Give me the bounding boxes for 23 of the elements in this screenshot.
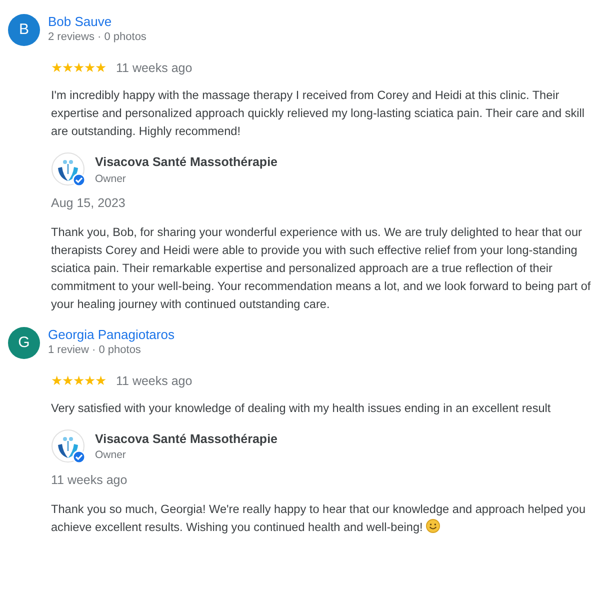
owner-label: Owner bbox=[95, 172, 127, 186]
star-rating: ★★★★★ bbox=[51, 372, 106, 389]
avatar: B bbox=[8, 14, 40, 46]
business-logo-icon bbox=[51, 428, 87, 465]
response-date: 11 weeks ago bbox=[51, 472, 128, 489]
response-text: Thank you so much, Georgia! We're really happy to hear that our knowledge and approach helped you achieve excellent results. Wishing you continued health and well-being! bbox=[51, 500, 587, 536]
review-text: I'm incredibly happy with the massage therapy I received from Corey and Heidi at this clinic. Their expertise and personalized approach quickly relieved my long-lasting sciatica pain. Their care and skill are outstanding. Highly recommend! bbox=[51, 87, 586, 140]
reviewer-stats: 2 reviews · 0 photos bbox=[48, 30, 146, 45]
response-text: Thank you, Bob, for sharing your wonderful experience with us. We are truly delighted to hear that our therapists Corey and Heidi were able to provide you with such effective relief from your long-standing sciatica pain. Their remarkable expertise and personalized approach are a true reflection of their commitment to your well-being. Your recommendation means a lot, and we look forward to being part of your healing journey with continued outstanding care. bbox=[51, 224, 592, 313]
review-time: 11 weeks ago bbox=[116, 372, 192, 389]
review-time: 11 weeks ago bbox=[116, 60, 192, 76]
review-text: Very satisfied with your knowledge of dealing with my health issues ending in an excellent result bbox=[51, 400, 552, 417]
avatar: G bbox=[8, 326, 40, 359]
response-date: Aug 15, 2023 bbox=[51, 195, 126, 212]
star-rating: ★★★★★ bbox=[51, 60, 106, 76]
smiley-icon bbox=[426, 518, 440, 532]
owner-label: Owner bbox=[95, 448, 127, 464]
reviewer-stats: 1 review · 0 photos bbox=[48, 342, 142, 358]
reviewer-name[interactable]: Georgia Panagiotaros bbox=[48, 326, 174, 343]
owner-name: Visacova Santé Massothérapie bbox=[95, 154, 278, 171]
reviewer-name[interactable]: Bob Sauve bbox=[48, 14, 146, 30]
business-logo-icon bbox=[51, 152, 87, 188]
owner-name: Visacova Santé Massothérapie bbox=[95, 430, 278, 448]
